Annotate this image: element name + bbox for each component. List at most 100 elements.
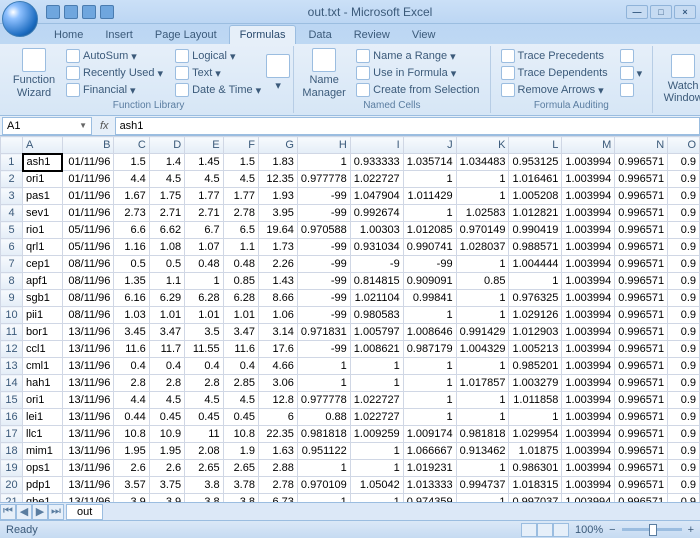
col-header-D[interactable]: D	[149, 137, 184, 154]
cell[interactable]: 1	[456, 188, 509, 205]
cell[interactable]: 2.73	[114, 205, 149, 222]
cell[interactable]: 1.003994	[562, 171, 615, 188]
cell[interactable]: 0.996571	[615, 375, 668, 392]
sheet-last-button[interactable]: ⏭	[48, 504, 64, 520]
cell[interactable]: 3.8	[185, 494, 223, 503]
cell[interactable]: 1.01	[223, 307, 258, 324]
cell[interactable]: 0.9	[668, 341, 700, 358]
use-formula-button[interactable]: Use in Formula ▾	[352, 65, 483, 81]
row-header[interactable]: 2	[1, 171, 23, 188]
col-header-F[interactable]: F	[223, 137, 258, 154]
cell[interactable]: 0.88	[297, 409, 350, 426]
cell[interactable]: 0.44	[114, 409, 149, 426]
cell[interactable]: 0.814815	[350, 273, 403, 290]
cell[interactable]: 3.45	[114, 324, 149, 341]
cell[interactable]: 0.988571	[509, 239, 562, 256]
cell[interactable]: 6.28	[223, 290, 258, 307]
cell[interactable]: 1	[456, 290, 509, 307]
cell[interactable]: 10.9	[149, 426, 184, 443]
cell[interactable]: 17.6	[258, 341, 297, 358]
cell[interactable]: 0.85	[456, 273, 509, 290]
cell[interactable]: 1.003994	[562, 188, 615, 205]
view-break-button[interactable]	[553, 523, 569, 537]
row-header[interactable]: 18	[1, 443, 23, 460]
cell[interactable]: 0.951122	[297, 443, 350, 460]
cell[interactable]: 0.996571	[615, 341, 668, 358]
cell[interactable]: 1.003994	[562, 307, 615, 324]
cell[interactable]: 1	[403, 205, 456, 222]
cell[interactable]: 08/11/96	[62, 256, 114, 273]
cell[interactable]: 1.003994	[562, 256, 615, 273]
cell[interactable]: 1.003994	[562, 205, 615, 222]
cell[interactable]: 1	[350, 358, 403, 375]
cell[interactable]: 1	[403, 409, 456, 426]
cell[interactable]: 1.028037	[456, 239, 509, 256]
cell[interactable]: 1	[403, 307, 456, 324]
row-header[interactable]: 6	[1, 239, 23, 256]
cell[interactable]: 3.57	[114, 477, 149, 494]
cell[interactable]: llc1	[23, 426, 63, 443]
cell[interactable]: 1.022727	[350, 409, 403, 426]
cell[interactable]: cep1	[23, 256, 63, 273]
cell[interactable]: 0.990419	[509, 222, 562, 239]
cell[interactable]: 0.996571	[615, 392, 668, 409]
cell[interactable]: pas1	[23, 188, 63, 205]
name-manager-button[interactable]: Name Manager	[300, 48, 348, 99]
tab-review[interactable]: Review	[344, 26, 400, 44]
cell[interactable]: 13/11/96	[62, 477, 114, 494]
cell[interactable]: 0.4	[185, 358, 223, 375]
cell[interactable]: pdp1	[23, 477, 63, 494]
cell[interactable]: 0.85	[223, 273, 258, 290]
cell[interactable]: 0.997037	[509, 494, 562, 503]
cell[interactable]: 1.003994	[562, 273, 615, 290]
cell[interactable]: 11.6	[114, 341, 149, 358]
cell[interactable]: 0.909091	[403, 273, 456, 290]
cell[interactable]: 0.996571	[615, 409, 668, 426]
cell[interactable]: 8.66	[258, 290, 297, 307]
cell[interactable]: 0.9	[668, 477, 700, 494]
cell[interactable]: 1.029954	[509, 426, 562, 443]
cell[interactable]: 1.034483	[456, 154, 509, 171]
cell[interactable]: lei1	[23, 409, 63, 426]
cell[interactable]: 0.5	[114, 256, 149, 273]
cell[interactable]: 1.00303	[350, 222, 403, 239]
row-header[interactable]: 3	[1, 188, 23, 205]
cell[interactable]: 3.5	[185, 324, 223, 341]
cell[interactable]: 1.83	[258, 154, 297, 171]
cell[interactable]: 0.985201	[509, 358, 562, 375]
spreadsheet-grid[interactable]: ABCDEFGHIJKLMNO1ash101/11/961.51.41.451.…	[0, 136, 700, 502]
cell[interactable]: 1.77	[223, 188, 258, 205]
row-header[interactable]: 20	[1, 477, 23, 494]
cell[interactable]: 1	[350, 443, 403, 460]
cell[interactable]: 08/11/96	[62, 307, 114, 324]
cell[interactable]: 1.35	[114, 273, 149, 290]
sheet-tab[interactable]: out	[66, 504, 103, 520]
cell[interactable]: 1.5	[114, 154, 149, 171]
cell[interactable]: 1.008646	[403, 324, 456, 341]
cell[interactable]: 05/11/96	[62, 239, 114, 256]
row-header[interactable]: 17	[1, 426, 23, 443]
cell[interactable]: 2.71	[149, 205, 184, 222]
cell[interactable]: 05/11/96	[62, 222, 114, 239]
cell[interactable]: 2.26	[258, 256, 297, 273]
cell[interactable]: 13/11/96	[62, 426, 114, 443]
col-header-H[interactable]: H	[297, 137, 350, 154]
date-time-button[interactable]: Date & Time ▾	[171, 82, 265, 98]
cell[interactable]: 0.933333	[350, 154, 403, 171]
save-icon[interactable]	[46, 5, 60, 19]
cell[interactable]: 1.45	[185, 154, 223, 171]
cell[interactable]: 0.9	[668, 222, 700, 239]
cell[interactable]: 1.005797	[350, 324, 403, 341]
cell[interactable]: 1.066667	[403, 443, 456, 460]
cell[interactable]: 1.08	[149, 239, 184, 256]
col-header-O[interactable]: O	[668, 137, 700, 154]
cell[interactable]: 0.991429	[456, 324, 509, 341]
tab-data[interactable]: Data	[298, 26, 341, 44]
cell[interactable]: 1.003994	[562, 494, 615, 503]
cell[interactable]: 6.73	[258, 494, 297, 503]
cell[interactable]: 1	[456, 307, 509, 324]
col-header-N[interactable]: N	[615, 137, 668, 154]
cell[interactable]: 0.953125	[509, 154, 562, 171]
cell[interactable]: 0.48	[185, 256, 223, 273]
cell[interactable]: -9	[350, 256, 403, 273]
